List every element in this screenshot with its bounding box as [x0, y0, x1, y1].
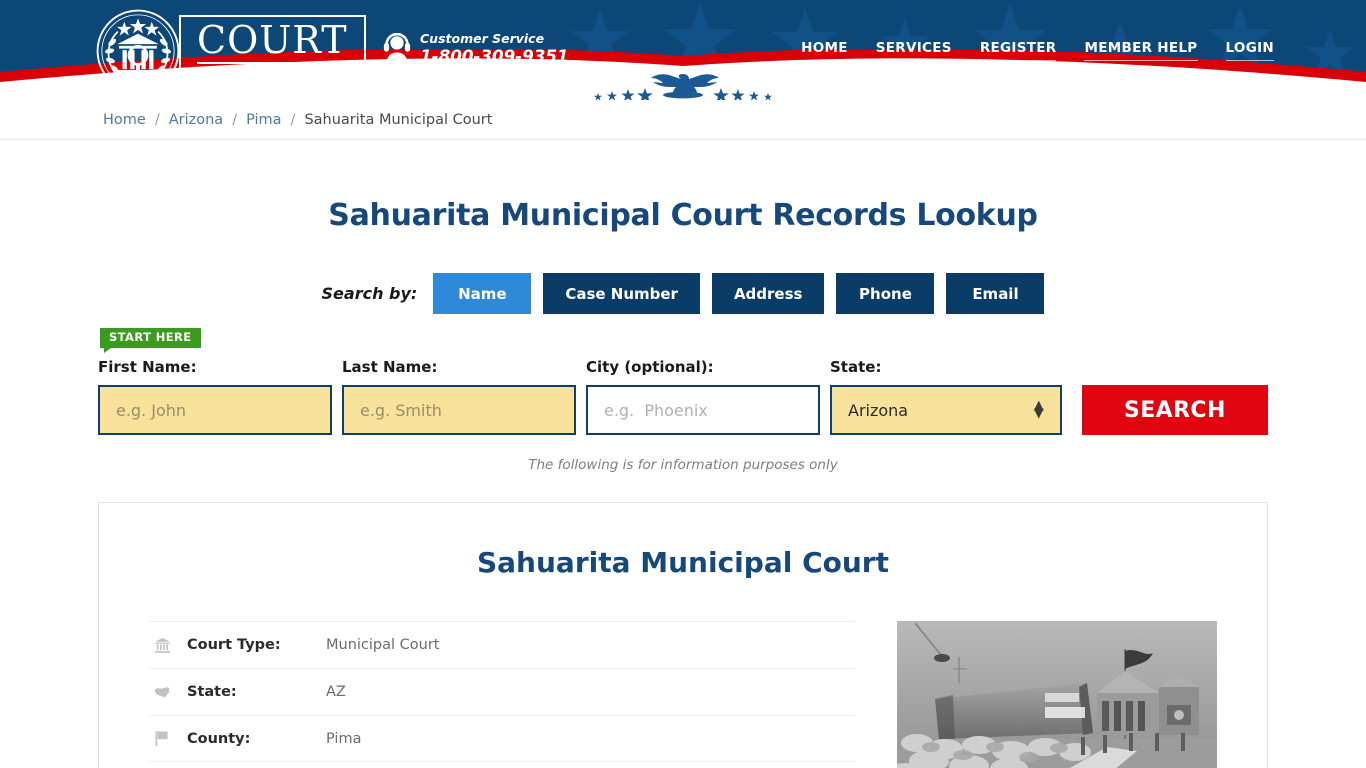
detail-key: County: [187, 730, 251, 747]
breadcrumb-bar: Home / Arizona / Pima / Sahuarita Munici… [0, 100, 1366, 140]
us-map-icon [149, 686, 175, 699]
logo-sub-text: CASE FINDER [202, 66, 346, 80]
info-note: The following is for information purpose… [528, 457, 838, 473]
search-button[interactable]: SEARCH [1081, 385, 1268, 435]
breadcrumb-item-pima[interactable]: Pima [246, 112, 281, 128]
bank-building-icon [149, 637, 175, 653]
search-by-tabs: Search by: Name Case Number Address Phon… [0, 273, 1366, 314]
city-field-group: City (optional): [586, 358, 820, 435]
detail-key: Court Type: [187, 637, 281, 653]
breadcrumb-separator: / [290, 111, 296, 128]
breadcrumb-separator: / [232, 111, 238, 128]
city-label: City (optional): [586, 358, 714, 376]
state-select-value: Arizona [848, 400, 909, 420]
search-by-label: Search by: [321, 284, 418, 303]
nav-item-home[interactable]: HOME [801, 40, 848, 61]
court-name-title: Sahuarita Municipal Court [477, 546, 889, 579]
detail-value: Pima [326, 730, 362, 747]
breadcrumb-item-home[interactable]: Home [103, 112, 146, 128]
tab-name[interactable]: Name [433, 273, 532, 314]
breadcrumb-item-current: Sahuarita Municipal Court [304, 111, 493, 128]
first-name-input[interactable] [98, 385, 332, 435]
last-name-field-group: Last Name: [342, 358, 576, 435]
court-seal-icon [96, 9, 180, 92]
search-form: START HERE First Name: Last Name: City (… [98, 328, 1268, 435]
site-logo[interactable]: COURT CASE FINDER [95, 8, 366, 93]
nav-item-register[interactable]: REGISTER [979, 40, 1057, 61]
headset-support-icon [383, 33, 411, 65]
customer-service-block[interactable]: Customer Service 1-800-309-9351 [383, 31, 569, 67]
eagle-stars-emblem [594, 74, 772, 100]
last-name-input[interactable] [342, 385, 576, 435]
court-detail-card: Sahuarita Municipal Court Court Type: Mu… [98, 502, 1268, 768]
nav-item-login[interactable]: LOGIN [1225, 40, 1274, 61]
city-input[interactable] [586, 385, 820, 435]
site-header: COURT CASE FINDER Customer Service 1-800… [0, 0, 1366, 100]
logo-wordmark: COURT CASE FINDER [179, 14, 366, 87]
nav-item-member-help[interactable]: MEMBER HELP [1084, 40, 1198, 61]
detail-value: Municipal Court [326, 637, 440, 653]
breadcrumb-item-arizona[interactable]: Arizona [169, 112, 223, 128]
courthouse-photo [897, 621, 1217, 768]
breadcrumb-separator: / [154, 111, 160, 128]
state-label: State: [830, 358, 882, 376]
tab-phone[interactable]: Phone [836, 273, 935, 314]
tab-email[interactable]: Email [946, 273, 1045, 314]
last-name-label: Last Name: [342, 358, 438, 376]
court-detail-list: Court Type: Municipal Court State: AZ Co… [149, 621, 855, 768]
chevron-updown-icon: ▲ ▼ [1033, 397, 1044, 421]
detail-key: State: [187, 684, 237, 700]
detail-value: AZ [326, 684, 346, 700]
tab-address[interactable]: Address [711, 273, 825, 314]
breadcrumb: Home / Arizona / Pima / Sahuarita Munici… [103, 112, 492, 128]
customer-service-phone[interactable]: 1-800-309-9351 [420, 48, 569, 67]
courthouse-photo-image [897, 621, 1217, 768]
main-navigation: HOME SERVICES REGISTER MEMBER HELP LOGIN [801, 40, 1274, 61]
main-content: Sahuarita Municipal Court Records Lookup… [0, 198, 1366, 768]
detail-row-state: State: AZ [149, 668, 855, 715]
flag-icon [149, 731, 175, 746]
nav-item-services[interactable]: SERVICES [875, 40, 952, 61]
page-title: Sahuarita Municipal Court Records Lookup [328, 198, 1038, 233]
state-field-group: State: Arizona ▲ ▼ [830, 358, 1062, 435]
customer-service-label: Customer Service [420, 31, 545, 46]
start-here-badge: START HERE [100, 328, 201, 352]
logo-main-text: COURT [197, 17, 348, 64]
first-name-label: First Name: [98, 358, 197, 376]
detail-row-court-type: Court Type: Municipal Court [149, 621, 855, 668]
first-name-field-group: First Name: [98, 358, 332, 435]
state-select[interactable]: Arizona ▲ ▼ [830, 385, 1062, 435]
tab-case-number[interactable]: Case Number [543, 273, 700, 314]
detail-row-county: County: Pima [149, 715, 855, 762]
